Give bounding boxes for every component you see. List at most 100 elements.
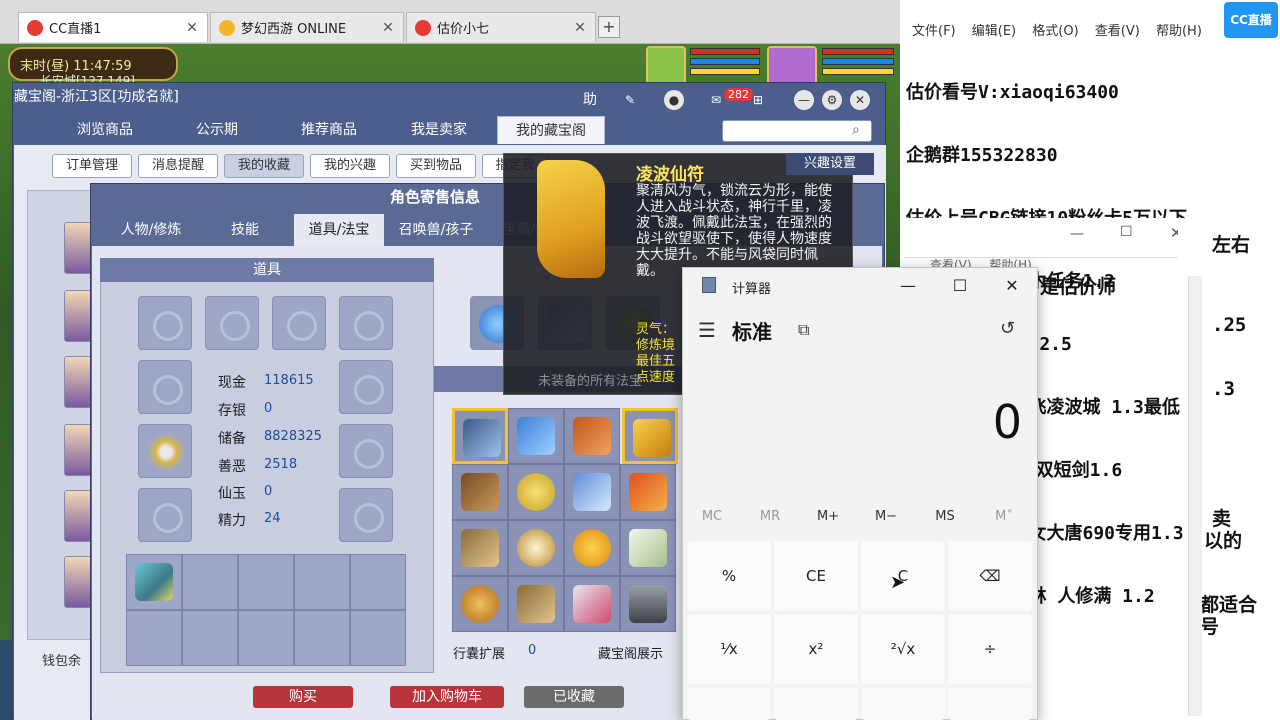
tab-mhxy[interactable]: 梦幻西游 ONLINE ✕ <box>210 12 404 42</box>
role-avatar[interactable] <box>64 290 92 342</box>
treasure-item[interactable] <box>508 520 564 576</box>
order-manage-button[interactable]: 订单管理 <box>52 154 132 178</box>
close-icon[interactable]: ✕ <box>850 90 870 110</box>
favorited-button[interactable]: 已收藏 <box>524 686 624 708</box>
menu-format[interactable]: 格式(O) <box>1032 24 1078 39</box>
memory-subtract-button[interactable]: M− <box>858 509 914 524</box>
interest-settings-button[interactable]: 兴趣设置 <box>786 153 874 175</box>
minimize-icon[interactable]: — <box>1070 226 1084 242</box>
equip-slot[interactable] <box>138 360 192 414</box>
menu-edit[interactable]: 编辑(E) <box>972 24 1016 39</box>
equip-slot[interactable] <box>339 296 393 350</box>
bag-slot[interactable] <box>182 554 238 610</box>
treasure-item[interactable] <box>564 576 620 632</box>
equip-slot[interactable] <box>138 488 192 542</box>
equip-slot[interactable] <box>272 296 326 350</box>
equip-slot[interactable] <box>339 488 393 542</box>
tab-my-cbg[interactable]: 我的藏宝阁 <box>497 116 605 144</box>
menu-view[interactable]: 查看(V) <box>1095 24 1140 39</box>
divide-button[interactable]: ÷ <box>948 614 1032 684</box>
menu-help[interactable]: 帮助(H) <box>1156 24 1202 39</box>
role-avatar[interactable] <box>64 556 92 608</box>
treasure-item[interactable] <box>452 576 508 632</box>
backspace-button[interactable]: ⌫ <box>948 541 1032 611</box>
hamburger-menu-icon[interactable]: ☰ <box>698 318 716 342</box>
bought-items-button[interactable]: 买到物品 <box>396 154 476 178</box>
bag-slot[interactable] <box>294 610 350 666</box>
memory-store-button[interactable]: MS <box>917 509 973 524</box>
tab-recommend[interactable]: 推荐商品 <box>282 116 376 144</box>
memory-add-button[interactable]: M+ <box>800 509 856 524</box>
role-avatar[interactable] <box>64 222 92 274</box>
search-input[interactable] <box>722 120 872 142</box>
treasure-item[interactable] <box>452 464 508 520</box>
treasure-item-selected[interactable] <box>622 408 678 464</box>
player-portrait[interactable] <box>767 46 817 86</box>
percent-button[interactable]: % <box>687 541 771 611</box>
treasure-item-selected[interactable] <box>452 408 508 464</box>
history-icon[interactable]: ↺ <box>1000 318 1015 339</box>
treasure-item[interactable] <box>620 520 676 576</box>
square-root-button[interactable]: ²√x <box>861 614 945 684</box>
role-avatar[interactable] <box>64 356 92 408</box>
keep-on-top-icon[interactable]: ⧉ <box>798 320 809 340</box>
equip-slot[interactable] <box>339 360 393 414</box>
role-avatar[interactable] <box>64 490 92 542</box>
cart-icon[interactable]: ⊞ <box>748 90 768 110</box>
help-button[interactable]: 助 <box>580 90 600 110</box>
maximize-icon[interactable]: ☐ <box>1120 224 1133 240</box>
close-icon[interactable]: ✕ <box>185 20 199 36</box>
tab-appraiser[interactable]: 估价小七 ✕ <box>406 12 596 42</box>
treasure-item[interactable] <box>564 408 620 464</box>
maximize-icon[interactable]: ☐ <box>948 276 972 295</box>
my-interests-button[interactable]: 我的兴趣 <box>310 154 390 178</box>
chat-icon[interactable]: ✉ <box>706 90 726 110</box>
reciprocal-button[interactable]: ¹⁄x <box>687 614 771 684</box>
my-favorites-button[interactable]: 我的收藏 <box>224 154 304 178</box>
treasure-item[interactable] <box>508 576 564 632</box>
message-notice-button[interactable]: 消息提醒 <box>138 154 218 178</box>
equip-slot[interactable] <box>205 296 259 350</box>
bag-slot[interactable] <box>350 554 406 610</box>
treasure-item[interactable] <box>452 520 508 576</box>
treasure-item[interactable] <box>564 464 620 520</box>
new-tab-button[interactable]: + <box>598 16 620 38</box>
buy-button[interactable]: 购买 <box>253 686 353 708</box>
add-to-cart-button[interactable]: 加入购物车 <box>390 686 504 708</box>
pin-icon[interactable]: ✎ <box>620 90 640 110</box>
treasure-item[interactable] <box>508 464 564 520</box>
bag-slot[interactable] <box>238 554 294 610</box>
minimize-icon[interactable]: — <box>896 276 920 295</box>
tab-skills[interactable]: 技能 <box>200 214 290 246</box>
square-button[interactable]: x² <box>774 614 858 684</box>
role-avatar[interactable] <box>64 424 92 476</box>
tab-publicity[interactable]: 公示期 <box>172 116 262 144</box>
pet-portrait[interactable] <box>646 46 686 86</box>
calculator-key[interactable] <box>687 688 771 720</box>
close-icon[interactable]: ✕ <box>1000 276 1024 295</box>
tab-pets[interactable]: 召唤兽/孩子 <box>386 214 486 246</box>
clear-entry-button[interactable]: CE <box>774 541 858 611</box>
equip-slot[interactable] <box>138 296 192 350</box>
calculator-key[interactable] <box>861 688 945 720</box>
search-icon[interactable]: ⌕ <box>852 122 860 138</box>
close-icon[interactable]: ✕ <box>573 20 587 36</box>
settings-icon[interactable]: ⚙ <box>822 90 842 110</box>
close-icon[interactable]: ✕ <box>381 20 395 36</box>
memory-clear-button[interactable]: MC <box>684 509 740 524</box>
tab-items[interactable]: 道具/法宝 <box>294 214 384 246</box>
bag-slot[interactable] <box>182 610 238 666</box>
treasure-item[interactable] <box>620 576 676 632</box>
bag-slot[interactable] <box>294 554 350 610</box>
menu-file[interactable]: 文件(F) <box>912 24 956 39</box>
equip-slot-necklace[interactable] <box>138 424 192 478</box>
minimize-icon[interactable]: — <box>794 90 814 110</box>
tab-cc-live[interactable]: CC直播1 ✕ <box>18 12 208 42</box>
treasure-item[interactable] <box>508 408 564 464</box>
memory-list-button[interactable]: M˅ <box>976 509 1032 524</box>
calculator-key[interactable] <box>774 688 858 720</box>
calculator-key[interactable] <box>948 688 1032 720</box>
tab-character[interactable]: 人物/修炼 <box>106 214 196 246</box>
treasure-item[interactable] <box>564 520 620 576</box>
tab-browse[interactable]: 浏览商品 <box>60 116 150 144</box>
